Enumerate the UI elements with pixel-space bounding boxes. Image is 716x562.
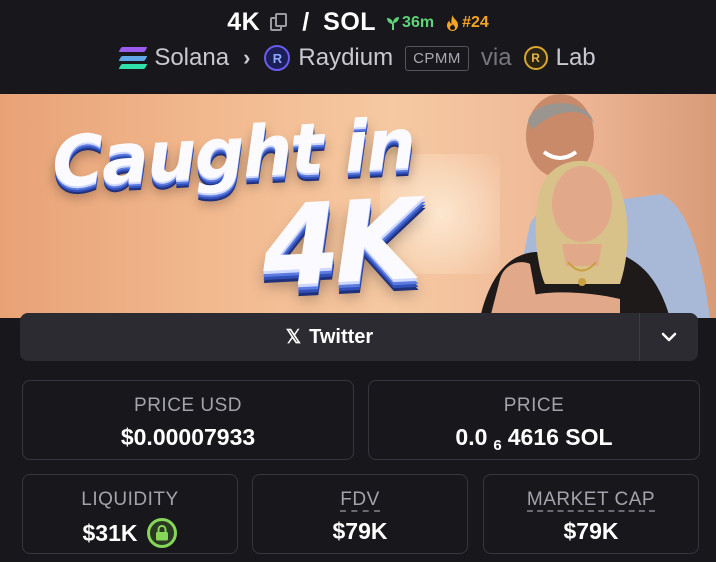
couple-photo <box>480 94 710 318</box>
chevron-down-icon <box>661 332 677 342</box>
liquidity-label: LIQUIDITY <box>81 489 179 510</box>
age-text: 36m <box>402 13 435 31</box>
pair-separator: / <box>302 8 310 36</box>
fdv-card: FDV $79K <box>252 474 468 554</box>
chain-name[interactable]: Solana <box>154 44 229 72</box>
pair-age: 36m <box>386 14 434 32</box>
solana-logo <box>118 47 148 69</box>
market-cap-card: MARKET CAP $79K <box>483 474 699 554</box>
launchlab-logo: R <box>523 46 548 70</box>
price-usd-label: PRICE USD <box>134 395 242 416</box>
banner-headline-line2: 4K <box>258 175 419 313</box>
pair-breadcrumb: Solana › R Raydium CPMM via R Lab <box>0 44 716 72</box>
zero-count-subscript: 6 <box>493 437 502 454</box>
launchpad-name[interactable]: Lab <box>556 44 596 72</box>
twitter-button[interactable]: 𝕏 Twitter <box>20 313 640 361</box>
pool-type-badge: CPMM <box>405 45 469 71</box>
pair-header: 4K / SOL 36m #24 Solana › R Raydium CPMM… <box>0 0 716 94</box>
sprout-icon <box>387 16 400 30</box>
liquidity-card: LIQUIDITY $31K <box>22 474 238 554</box>
liquidity-value: $31K <box>23 518 237 548</box>
market-cap-label[interactable]: MARKET CAP <box>526 490 656 512</box>
dex-name[interactable]: Raydium <box>298 44 393 72</box>
flame-icon <box>447 14 459 31</box>
price-usd-card: PRICE USD $0.00007933 <box>22 380 354 460</box>
via-label: via <box>480 44 512 71</box>
price-usd-value: $0.00007933 <box>120 424 256 450</box>
quote-symbol: SOL <box>323 8 377 36</box>
raydium-logo: R <box>264 45 291 71</box>
price-native-label: PRICE <box>503 395 565 416</box>
social-links-bar: 𝕏 Twitter <box>20 313 698 361</box>
market-cap-value: $79K <box>563 518 619 544</box>
base-symbol: 4K <box>227 8 261 36</box>
trending-rank[interactable]: #24 <box>446 14 489 32</box>
price-native-value: 0.0 6 4616 SOL <box>455 424 613 454</box>
pair-title: 4K / SOL 36m #24 <box>0 8 716 37</box>
price-native-card: PRICE 0.0 6 4616 SOL <box>368 380 700 460</box>
copy-icon[interactable] <box>270 12 288 33</box>
fdv-value: $79K <box>332 518 388 544</box>
token-banner: Caught in 4K <box>0 94 716 318</box>
rank-text: #24 <box>462 13 489 31</box>
chevron-right-icon: › <box>243 45 251 70</box>
x-logo-icon: 𝕏 <box>285 326 302 348</box>
fdv-label[interactable]: FDV <box>340 490 380 512</box>
twitter-label: Twitter <box>309 325 374 348</box>
lock-icon[interactable] <box>147 518 178 548</box>
links-dropdown-button[interactable] <box>640 313 698 361</box>
